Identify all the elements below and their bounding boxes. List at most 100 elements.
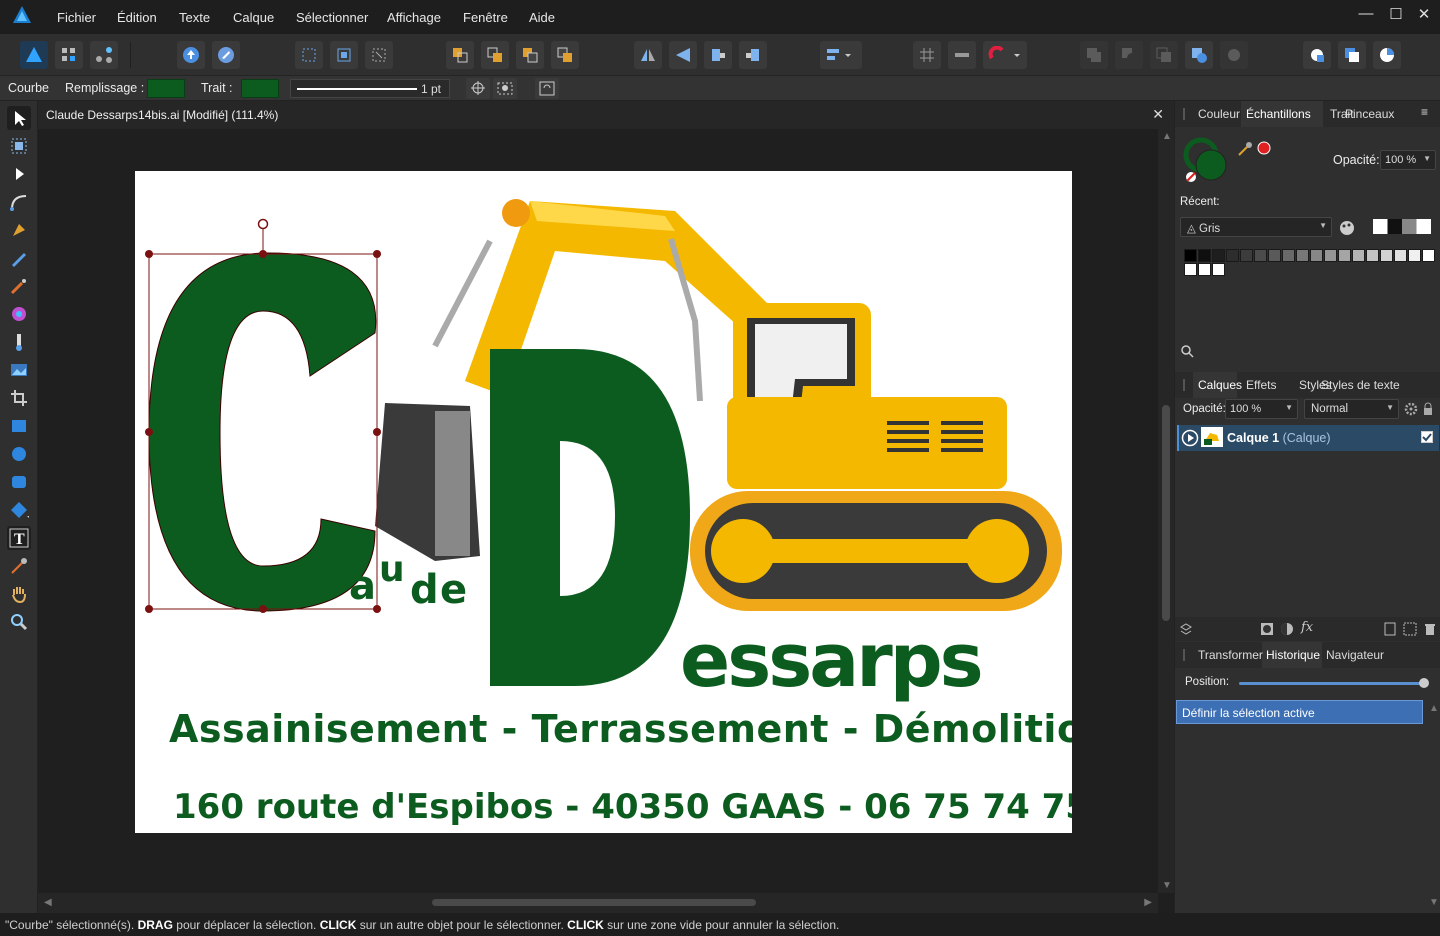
color-picker-tool-icon[interactable] — [7, 554, 31, 578]
history-scroll-up-icon[interactable]: ▲ — [1429, 703, 1439, 714]
fill-swatch[interactable] — [147, 79, 185, 98]
gray-swatch[interactable] — [1366, 249, 1379, 262]
gray-swatch[interactable] — [1240, 249, 1253, 262]
menu-fichier[interactable]: Fichier — [57, 10, 96, 25]
snap-to-pixel-icon[interactable] — [295, 41, 323, 69]
boolean-add-icon[interactable] — [1080, 41, 1108, 69]
layer-visibility-checkbox[interactable] — [1421, 431, 1433, 443]
snapping-magnet-icon[interactable] — [983, 41, 1027, 69]
select-all-icon[interactable] — [330, 41, 358, 69]
palette-options-icon[interactable] — [1338, 219, 1356, 237]
gray-swatch[interactable] — [1226, 249, 1239, 262]
horizontal-scrollbar[interactable]: ◀ ▶ — [38, 893, 1158, 913]
tab-calques[interactable]: Calques — [1198, 378, 1242, 392]
gray-swatch[interactable] — [1212, 249, 1225, 262]
layers-stack-icon[interactable] — [1179, 622, 1193, 636]
pixel-persona-button[interactable] — [55, 41, 83, 69]
scroll-right-icon[interactable]: ▶ — [1144, 897, 1152, 908]
ellipse-tool-icon[interactable] — [7, 442, 31, 466]
boolean-xor-icon[interactable] — [1185, 41, 1213, 69]
transform-origin-icon[interactable] — [466, 78, 490, 99]
gray-swatch[interactable] — [1324, 249, 1337, 262]
close-document-button[interactable]: ✕ — [1152, 106, 1164, 123]
no-color-swatch-icon[interactable] — [1256, 140, 1272, 156]
pencil-tool-icon[interactable] — [7, 246, 31, 270]
panel-menu-icon[interactable]: ≡ — [1421, 105, 1428, 119]
gray-swatch[interactable] — [1268, 249, 1281, 262]
boolean-subtract-icon[interactable] — [1115, 41, 1143, 69]
gray-swatch[interactable] — [1408, 249, 1421, 262]
gray-swatch[interactable] — [1254, 249, 1267, 262]
trash-icon[interactable] — [1423, 622, 1437, 636]
tab-historique[interactable]: Historique — [1266, 648, 1320, 662]
back-one-icon[interactable] — [446, 41, 474, 69]
boolean-intersect-icon[interactable] — [1150, 41, 1178, 69]
eyedropper-icon[interactable] — [1237, 141, 1253, 157]
flip-vertical-icon[interactable] — [669, 41, 697, 69]
fill-stroke-swatch-icon[interactable] — [1183, 137, 1229, 183]
gray-swatch[interactable] — [1338, 249, 1351, 262]
stroke-width-slider[interactable]: 1 pt — [290, 79, 450, 98]
opacity-input[interactable]: 100 % ▼ — [1380, 150, 1436, 170]
history-scroll-down-icon[interactable]: ▼ — [1429, 897, 1439, 908]
tab-pinceaux[interactable]: Pinceaux — [1345, 107, 1394, 121]
menu-aide[interactable]: Aide — [529, 10, 555, 25]
document-tab[interactable]: Claude Dessarps14bis.ai [Modifié] (111.4… — [38, 101, 1174, 129]
rectangle-tool-icon[interactable] — [7, 414, 31, 438]
snapping-grid-icon[interactable] — [913, 41, 941, 69]
tab-navigateur[interactable]: Navigateur — [1326, 648, 1384, 662]
tab-effets[interactable]: Effets — [1246, 378, 1276, 392]
vertical-scrollbar[interactable]: ▲ ▼ — [1158, 129, 1174, 893]
align-dropdown-button[interactable] — [820, 41, 862, 69]
gray-swatch[interactable] — [1310, 249, 1323, 262]
insert-behind-icon[interactable] — [1338, 41, 1366, 69]
share-icon[interactable] — [177, 41, 205, 69]
gray-swatch[interactable] — [1394, 249, 1407, 262]
scroll-up-icon[interactable]: ▲ — [1162, 131, 1172, 142]
horizontal-scroll-thumb[interactable] — [432, 899, 756, 906]
layer-row-calque-1[interactable]: Calque 1 (Calque) — [1177, 425, 1439, 451]
menu-edition[interactable]: Édition — [117, 10, 157, 25]
add-group-icon[interactable] — [1403, 622, 1417, 636]
close-window-button[interactable]: ✕ — [1413, 5, 1435, 25]
menu-selectionner[interactable]: Sélectionner — [296, 10, 368, 25]
gray-swatch[interactable] — [1198, 249, 1211, 262]
recent-swatches[interactable] — [1373, 219, 1431, 234]
gray-swatch[interactable] — [1282, 249, 1295, 262]
gray-swatch[interactable] — [1184, 263, 1197, 276]
palette-dropdown[interactable]: ◬ Gris ▼ — [1180, 217, 1332, 237]
insert-inside-icon[interactable] — [1303, 41, 1331, 69]
scroll-left-icon[interactable]: ◀ — [44, 897, 52, 908]
snapping-options-icon[interactable] — [948, 41, 976, 69]
boolean-divide-icon[interactable] — [1220, 41, 1248, 69]
minimize-button[interactable]: — — [1355, 5, 1377, 25]
gray-swatch[interactable] — [1352, 249, 1365, 262]
layer-opacity-input[interactable]: 100 % ▼ — [1225, 399, 1298, 419]
show-orientation-icon[interactable] — [535, 78, 559, 99]
tab-styles-de-texte[interactable]: Styles de texte — [1321, 378, 1400, 392]
move-to-back-icon[interactable] — [516, 41, 544, 69]
transparency-tool-icon[interactable] — [7, 330, 31, 354]
menu-fenetre[interactable]: Fenêtre — [463, 10, 508, 25]
rotate-left-icon[interactable] — [704, 41, 732, 69]
blend-mode-dropdown[interactable]: Normal ▼ — [1304, 399, 1399, 419]
crop-tool-icon[interactable] — [7, 386, 31, 410]
insert-top-icon[interactable] — [1373, 41, 1401, 69]
hide-selection-icon[interactable] — [493, 78, 517, 99]
select-none-icon[interactable] — [365, 41, 393, 69]
tab-echantillons[interactable]: Échantillons — [1246, 107, 1311, 121]
gray-swatch[interactable] — [1212, 263, 1225, 276]
vector-brush-tool-icon[interactable] — [7, 274, 31, 298]
tab-couleur[interactable]: Couleur — [1198, 107, 1240, 121]
node-tool-icon[interactable] — [7, 162, 31, 186]
place-image-tool-icon[interactable] — [7, 358, 31, 382]
assistant-icon[interactable] — [212, 41, 240, 69]
rounded-rectangle-tool-icon[interactable] — [7, 470, 31, 494]
zoom-tool-icon[interactable] — [7, 610, 31, 634]
history-item[interactable]: Définir la sélection active — [1176, 700, 1423, 724]
forward-one-icon[interactable] — [481, 41, 509, 69]
hand-tool-icon[interactable] — [7, 582, 31, 606]
history-position-slider[interactable] — [1239, 682, 1425, 685]
flip-horizontal-icon[interactable] — [634, 41, 662, 69]
scroll-down-icon[interactable]: ▼ — [1162, 880, 1172, 891]
